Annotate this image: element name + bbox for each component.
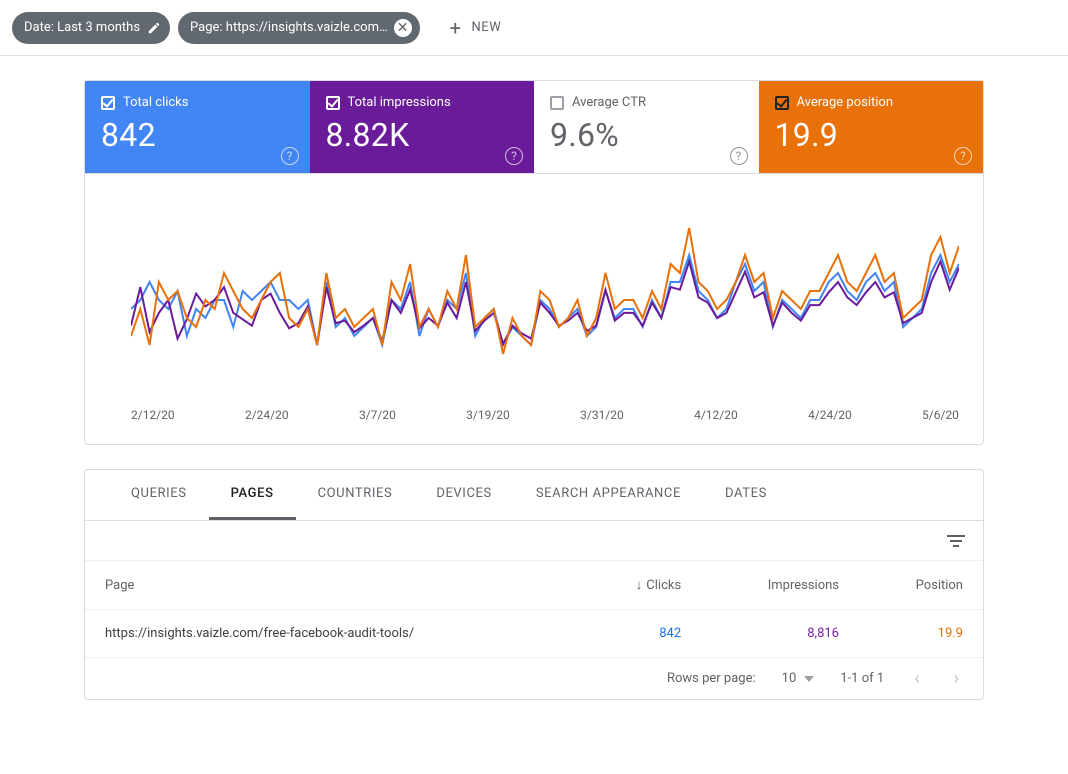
table-tool-row: [85, 521, 983, 561]
results-table: Page ↓Clicks Impressions Position https:…: [85, 561, 983, 658]
sort-desc-icon: ↓: [636, 578, 643, 593]
col-position[interactable]: Position: [859, 561, 983, 610]
x-tick: 5/6/20: [922, 408, 959, 422]
tab-dates[interactable]: DATES: [703, 470, 789, 520]
col-impressions[interactable]: Impressions: [701, 561, 859, 610]
next-page-button[interactable]: ›: [950, 668, 963, 689]
paginator: Rows per page: 10 1-1 of 1 ‹ ›: [85, 658, 983, 699]
performance-card: Total clicks 842 ? Total impressions 8.8…: [84, 80, 984, 445]
metric-total-clicks[interactable]: Total clicks 842 ?: [85, 81, 310, 173]
new-filter-label: NEW: [472, 20, 502, 35]
filter-bar: Date: Last 3 months Page: https://insigh…: [0, 0, 1068, 56]
plus-icon: +: [450, 18, 462, 38]
metric-strip: Total clicks 842 ? Total impressions 8.8…: [85, 81, 983, 174]
col-page[interactable]: Page: [85, 561, 580, 610]
new-filter-button[interactable]: + NEW: [440, 12, 512, 44]
filter-chip-page-label: Page: https://insights.vaizle.com…: [190, 20, 388, 35]
rows-per-page-value: 10: [782, 671, 797, 686]
chart-svg: [131, 200, 959, 400]
metric-value: 8.82K: [326, 116, 518, 154]
dimension-tabs: QUERIESPAGESCOUNTRIESDEVICESSEARCH APPEA…: [85, 470, 983, 521]
x-tick: 2/24/20: [245, 408, 289, 422]
chevron-down-icon: [804, 676, 814, 682]
help-icon[interactable]: ?: [730, 147, 748, 165]
pencil-icon: [146, 20, 162, 36]
chart-x-axis: 2/12/20 2/24/20 3/7/20 3/19/20 3/31/20 4/12/2…: [131, 408, 959, 422]
checkbox-icon: [326, 96, 340, 110]
filter-chip-date-label: Date: Last 3 months: [24, 20, 140, 35]
checkbox-icon: [775, 96, 789, 110]
filter-icon[interactable]: [947, 535, 965, 547]
rows-per-page-label: Rows per page:: [667, 671, 756, 686]
metric-label: Average position: [797, 95, 894, 110]
x-tick: 3/19/20: [466, 408, 510, 422]
filter-chip-page[interactable]: Page: https://insights.vaizle.com… ✕: [178, 12, 420, 44]
close-icon[interactable]: ✕: [394, 19, 412, 37]
x-tick: 4/24/20: [808, 408, 852, 422]
cell-position: 19.9: [859, 610, 983, 658]
metric-label: Total clicks: [123, 95, 188, 110]
x-tick: 3/31/20: [580, 408, 624, 422]
help-icon[interactable]: ?: [281, 147, 299, 165]
metric-value: 842: [101, 116, 293, 154]
tab-search-appearance[interactable]: SEARCH APPEARANCE: [514, 470, 703, 520]
table-header-row: Page ↓Clicks Impressions Position: [85, 561, 983, 610]
col-clicks[interactable]: ↓Clicks: [580, 561, 701, 610]
cell-impressions: 8,816: [701, 610, 859, 658]
help-icon[interactable]: ?: [954, 147, 972, 165]
dimension-card: QUERIESPAGESCOUNTRIESDEVICESSEARCH APPEA…: [84, 469, 984, 700]
metric-total-impressions[interactable]: Total impressions 8.82K ?: [310, 81, 535, 173]
checkbox-icon: [550, 96, 564, 110]
metric-value: 9.6%: [550, 116, 742, 154]
metric-label: Total impressions: [348, 95, 451, 110]
prev-page-button[interactable]: ‹: [910, 668, 923, 689]
cell-page: https://insights.vaizle.com/free-faceboo…: [85, 610, 580, 658]
tab-countries[interactable]: COUNTRIES: [296, 470, 415, 520]
checkbox-icon: [101, 96, 115, 110]
x-tick: 4/12/20: [694, 408, 738, 422]
table-row[interactable]: https://insights.vaizle.com/free-faceboo…: [85, 610, 983, 658]
performance-chart: 2/12/20 2/24/20 3/7/20 3/19/20 3/31/20 4/12/2…: [85, 174, 983, 444]
rows-per-page-select[interactable]: 10: [782, 671, 815, 686]
tab-devices[interactable]: DEVICES: [414, 470, 514, 520]
metric-average-position[interactable]: Average position 19.9 ?: [759, 81, 984, 173]
metric-label: Average CTR: [572, 95, 646, 110]
cell-clicks: 842: [580, 610, 701, 658]
help-icon[interactable]: ?: [505, 147, 523, 165]
metric-value: 19.9: [775, 116, 967, 154]
tab-pages[interactable]: PAGES: [209, 470, 296, 520]
metric-average-ctr[interactable]: Average CTR 9.6% ?: [534, 81, 759, 173]
filter-chip-date[interactable]: Date: Last 3 months: [12, 12, 170, 44]
x-tick: 2/12/20: [131, 408, 175, 422]
tab-queries[interactable]: QUERIES: [109, 470, 209, 520]
pagination-range: 1-1 of 1: [840, 671, 884, 686]
x-tick: 3/7/20: [359, 408, 396, 422]
